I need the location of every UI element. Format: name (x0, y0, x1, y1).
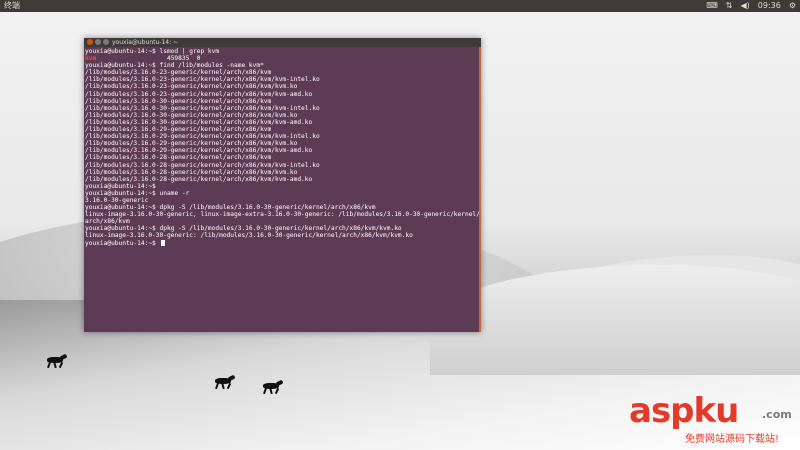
keyboard-layout-indicator[interactable]: ⌨ (706, 0, 718, 12)
watermark-tagline: 免费网站源码下载站! (685, 434, 780, 445)
horse-silhouette (258, 379, 284, 395)
terminal-line: /lib/modules/3.16.0-23-generic/kernel/ar… (85, 76, 320, 84)
text-cursor (160, 239, 165, 246)
terminal-line: /lib/modules/3.16.0-23-generic/kernel/ar… (85, 90, 313, 98)
terminal-line: /lib/modules/3.16.0-28-generic/kernel/ar… (85, 161, 320, 169)
network-icon[interactable]: ⇅ (726, 0, 733, 12)
terminal-line: youxia@ubuntu-14:~$ find /lib/modules -n… (85, 62, 264, 70)
terminal-line: /lib/modules/3.16.0-29-generic/kernel/ar… (85, 133, 320, 141)
terminal-line: youxia@ubuntu-14:~$ lsmod | grep kvm (85, 48, 220, 55)
terminal-line: linux-image-3.16.0-30-generic, linux-ima… (85, 211, 480, 219)
terminal-line: /lib/modules/3.16.0-30-generic/kernel/ar… (85, 97, 272, 105)
terminal-line: linux-image-3.16.0-30-generic: /lib/modu… (85, 232, 413, 240)
terminal-scrollbar[interactable] (479, 47, 481, 332)
watermark-logo: aspku .com 免费网站源码下载站! (625, 392, 795, 447)
terminal-line: youxia@ubuntu-14:~$ (85, 182, 156, 190)
clock[interactable]: 09:36 (758, 0, 781, 12)
terminal-text: youxia@ubuntu-14:~$ lsmod | grep kvm kvm … (85, 48, 480, 247)
terminal-line: /lib/modules/3.16.0-23-generic/kernel/ar… (85, 69, 272, 77)
terminal-line: kvm 459835 0 (85, 55, 201, 63)
panel-indicators: ⌨ ⇅ ◀) 09:36 ⚙ (706, 0, 796, 12)
active-app-title[interactable]: 终端 (4, 0, 20, 12)
terminal-title: youxia@ubuntu-14: ~ (112, 39, 179, 46)
terminal-line: /lib/modules/3.16.0-29-generic/kernel/ar… (85, 126, 272, 134)
terminal-line: youxia@ubuntu-14:~$ dpkg -S /lib/modules… (85, 225, 402, 233)
close-button[interactable] (87, 39, 93, 45)
terminal-line: /lib/modules/3.16.0-23-generic/kernel/ar… (85, 83, 298, 91)
horse-silhouette (210, 374, 236, 390)
terminal-line: /lib/modules/3.16.0-30-generic/kernel/ar… (85, 111, 298, 119)
maximize-button[interactable] (103, 39, 109, 45)
top-panel: 终端 ⌨ ⇅ ◀) 09:36 ⚙ (0, 0, 800, 12)
terminal-line: /lib/modules/3.16.0-29-generic/kernel/ar… (85, 147, 313, 155)
watermark-domain: .com (762, 408, 792, 421)
terminal-line: youxia@ubuntu-14:~$ (85, 239, 479, 247)
terminal-output[interactable]: youxia@ubuntu-14:~$ lsmod | grep kvm kvm … (84, 47, 481, 332)
settings-gear-icon[interactable]: ⚙ (789, 0, 796, 12)
watermark-logo-text: aspku (629, 391, 739, 431)
terminal-line: youxia@ubuntu-14:~$ dpkg -S /lib/modules… (85, 204, 376, 212)
terminal-line: /lib/modules/3.16.0-28-generic/kernel/ar… (85, 175, 313, 183)
terminal-line: 3.16.0-30-generic (85, 196, 149, 204)
terminal-line: /lib/modules/3.16.0-30-generic/kernel/ar… (85, 104, 320, 112)
terminal-line: arch/x86/kvm (85, 218, 130, 226)
terminal-window[interactable]: youxia@ubuntu-14: ~ youxia@ubuntu-14:~$ … (84, 38, 481, 332)
terminal-line: /lib/modules/3.16.0-30-generic/kernel/ar… (85, 118, 313, 126)
horse-silhouette (42, 353, 68, 369)
terminal-titlebar[interactable]: youxia@ubuntu-14: ~ (84, 38, 481, 47)
minimize-button[interactable] (95, 39, 101, 45)
terminal-line: /lib/modules/3.16.0-28-generic/kernel/ar… (85, 168, 298, 176)
terminal-line: /lib/modules/3.16.0-29-generic/kernel/ar… (85, 140, 298, 148)
volume-icon[interactable]: ◀) (740, 0, 749, 12)
terminal-line: youxia@ubuntu-14:~$ uname -r (85, 189, 190, 197)
terminal-line: /lib/modules/3.16.0-28-generic/kernel/ar… (85, 154, 272, 162)
